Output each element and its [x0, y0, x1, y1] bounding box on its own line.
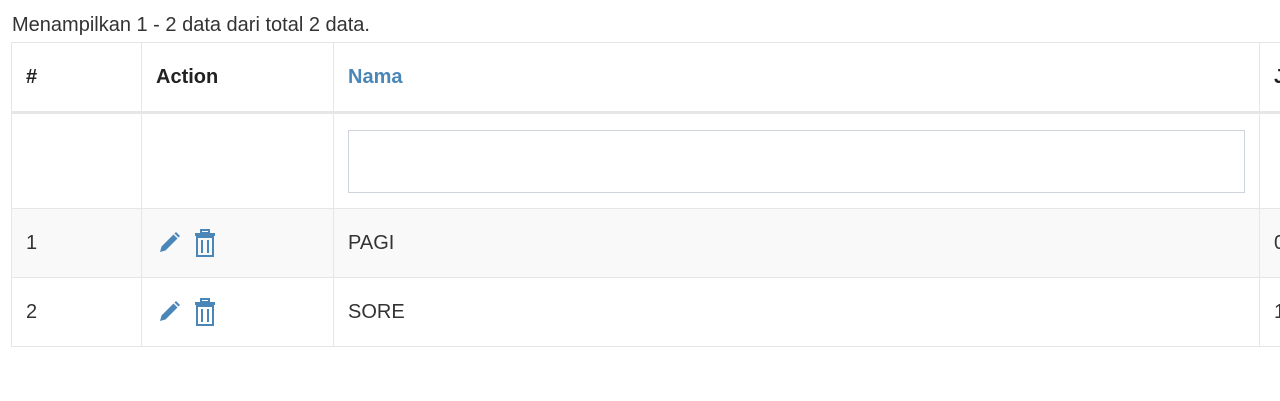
row-number: 1 [11, 208, 142, 278]
row-next: 0 [1259, 208, 1280, 278]
row-actions [141, 277, 334, 347]
row-number: 2 [11, 277, 142, 347]
pencil-icon[interactable] [156, 230, 182, 256]
filter-cell-number [11, 112, 142, 209]
filter-cell-action [141, 112, 334, 209]
filter-cell-nama [333, 112, 1260, 209]
filter-row [11, 112, 1280, 209]
column-header-action: Action [141, 42, 334, 114]
data-grid: # Action Nama J 1 [11, 42, 1280, 347]
row-next: 1 [1259, 277, 1280, 347]
column-header-nama[interactable]: Nama [333, 42, 1260, 114]
row-nama: PAGI [333, 208, 1260, 278]
trash-icon[interactable] [194, 298, 216, 326]
header-row: # Action Nama J [11, 42, 1280, 114]
data-table: # Action Nama J 1 [11, 42, 1280, 347]
results-summary: Menampilkan 1 - 2 data dari total 2 data… [12, 14, 370, 36]
row-actions [141, 208, 334, 278]
filter-cell-next [1259, 112, 1280, 209]
row-nama: SORE [333, 277, 1260, 347]
table-row: 2 SORE [11, 277, 1280, 347]
pencil-icon[interactable] [156, 299, 182, 325]
column-header-number: # [11, 42, 142, 114]
column-header-next[interactable]: J [1259, 42, 1280, 114]
trash-icon[interactable] [194, 229, 216, 257]
table-row: 1 PAGI [11, 208, 1280, 278]
nama-filter-input[interactable] [348, 129, 1245, 193]
